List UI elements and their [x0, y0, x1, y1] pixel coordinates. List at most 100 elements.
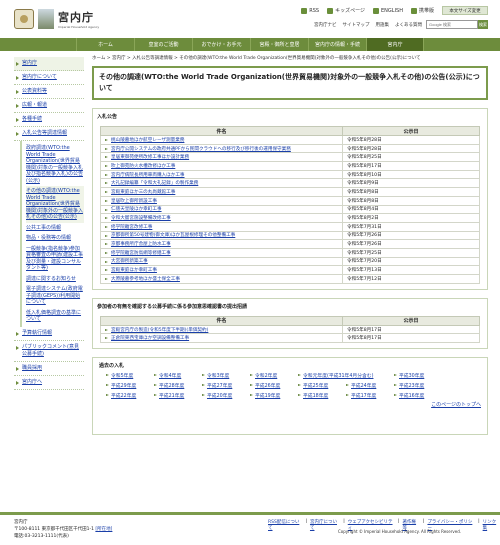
globe-icon [373, 7, 380, 14]
year-link[interactable]: 平成22年度 [105, 392, 153, 399]
year-link[interactable]: 平成27年度 [201, 382, 249, 389]
text-size-button[interactable]: 本文サイズ変更 [442, 6, 488, 15]
procurement-link[interactable]: 宮殿東庭ほか三の丸尚蔵館工事 [111, 190, 175, 195]
sidebar-sub-wto[interactable]: 政府調達(WTO:the World Trade Organization(世界… [26, 143, 84, 186]
sidebar-sub-goods[interactable]: 物品・役務等の情報 [26, 233, 84, 244]
sidebar-item-to-agency[interactable]: 宮内庁へ [14, 376, 84, 390]
section-heading: 入札公告 [97, 114, 118, 120]
main-content: ホーム > 宮内庁 > 入札公告等調達情報 > その他の調達(WTO:the W… [92, 51, 488, 436]
section-heading: 参加者の有無を確認する公募手続に係る参加意思確認書の提出招請 [97, 303, 248, 310]
sidebar-sub-geps[interactable]: 電子調達システム(政府電子調達(GEPS))利用開始について [26, 284, 84, 308]
nav-visits[interactable]: おでかけ・お手元 [192, 38, 250, 51]
procurement-link[interactable]: 大原陵墓参考地ほか盛土保全工事 [111, 277, 180, 282]
year-link[interactable]: 平成29年度 [105, 382, 153, 389]
faq-link[interactable]: よくある質問 [395, 22, 422, 28]
sidebar-sub-qualification[interactable]: 一般競争(指名競争)参加資格審査の申請(建設工事及び測量・建設コンサルタント等) [26, 244, 84, 274]
search-box: 検索 [426, 20, 488, 29]
sidebar-item-public-comment[interactable]: パブリックコメント(意見公募手続) [14, 341, 84, 362]
english-link[interactable]: ENGLISH [373, 7, 403, 14]
year-link[interactable]: 平成23年度 [393, 382, 441, 389]
past-bids-section: 過去の入札 令和5年度 令和4年度 令和3年度 令和2年度 令和元年度(平成31年4月分… [92, 357, 488, 436]
procurement-link[interactable]: 大宮御所新築工事 [111, 259, 148, 264]
nav-palace[interactable]: 宮殿・御所と皇居 [250, 38, 308, 51]
year-link[interactable]: 平成19年度 [249, 392, 297, 399]
sidebar-item-agency[interactable]: 宮内庁 [14, 57, 84, 71]
year-link[interactable]: 平成30年度 [393, 372, 441, 379]
footer-link-about[interactable]: 宮内庁について [310, 519, 340, 531]
year-link[interactable]: 令和2年度 [249, 372, 297, 379]
year-link[interactable]: 平成20年度 [201, 392, 249, 399]
procurement-link[interactable]: 宮内庁公開システムの政府共通PFから民間クラウドへの移行及び移行後の運用保守業務 [111, 147, 291, 152]
announcement-date: 令和5年8月25日 [342, 152, 480, 163]
nav-home[interactable]: ホーム [76, 38, 134, 51]
procurement-link[interactable]: 大礼記録編纂「令和大礼記録」の製作業務 [111, 181, 198, 186]
kids-link[interactable]: キッズページ [327, 7, 365, 14]
page-title: その他の調達(WTO:the World Trade Organization(… [92, 66, 488, 100]
year-link[interactable]: 平成24年度 [345, 382, 393, 389]
footer-org: 宮内庁 [14, 520, 28, 525]
column-header-date: 公示日 [342, 315, 480, 326]
year-link[interactable]: 平成25年度 [297, 382, 345, 389]
year-link[interactable]: 平成18年度 [297, 392, 345, 399]
rss-icon [301, 7, 308, 14]
year-links: 令和5年度 令和4年度 令和3年度 令和2年度 令和元年度(平成31年4月分含む) 平成3… [99, 372, 481, 399]
table-row: 大礼記録編纂「令和大礼記録」の製作業務 令和5年8月9日 [100, 178, 480, 189]
procurement-link[interactable]: 令和大嘗宮施設整備改修工事 [111, 216, 171, 221]
procurement-link[interactable]: 皇居吹上御所新設工事 [111, 199, 157, 204]
procurement-link[interactable]: 京都事務所庁舎屋上防水工事 [111, 242, 171, 247]
sitemap-link[interactable]: サイトマップ [343, 22, 370, 28]
page-top-link[interactable]: このページのトップへ [431, 402, 481, 408]
announcement-date: 令和5年7月26日 [342, 230, 480, 241]
breadcrumb[interactable]: ホーム > 宮内庁 > 入札公告等調達情報 > その他の調達(WTO:the W… [92, 51, 488, 66]
sidebar-sub-non-wto[interactable]: その他の調達(WTO:the World Trade Organization(… [26, 186, 84, 223]
footer-link-rss[interactable]: RSS配信について [268, 519, 302, 531]
footer-map-link[interactable]: [所在地] [95, 527, 112, 532]
table-row: 京都御所第50号建物(御文庫)ほか瓦屋根修理その他整備工事 令和5年7月26日 [100, 230, 480, 241]
sidebar-item-recruit[interactable]: 職員採用 [14, 362, 84, 376]
year-link[interactable]: 平成26年度 [249, 382, 297, 389]
procurement-link[interactable]: 宮内庁病院長所用車両購入ほか工事 [111, 173, 185, 178]
nav-info[interactable]: 宮内庁の情報・手続 [308, 38, 366, 51]
mobile-link[interactable]: 携帯版 [410, 7, 434, 14]
sidebar-item-press[interactable]: 広報・報道 [14, 99, 84, 113]
table-row: 皇居吹上御所新設工事 令和5年8月8日 [100, 195, 480, 206]
procurement-link[interactable]: 桃山陵墓地ほか航空レーザ測量業務 [111, 138, 184, 143]
search-input[interactable] [426, 20, 478, 29]
procurement-link[interactable]: 修学院離宮改修工事 [111, 225, 152, 230]
year-link[interactable]: 令和元年度(平成31年4月分含む) [297, 372, 393, 379]
footer-link-links[interactable]: リンク集 [483, 519, 500, 531]
sidebar-sub-low-bid[interactable]: 低入札価格調査の基準について [26, 308, 84, 325]
sidebar-item-materials[interactable]: 公表資料等 [14, 85, 84, 99]
procurement-link[interactable]: 正倉院東西宝庫ほか空調設備整備工事 [111, 336, 189, 341]
procurement-link[interactable]: 吹上御苑防火水槽改修ほか工事 [111, 164, 175, 169]
nav-activities[interactable]: 皇室のご活動 [134, 38, 192, 51]
year-link[interactable]: 平成17年度 [345, 392, 393, 399]
sidebar-item-procurement[interactable]: 入札公告等調達情報 [14, 127, 84, 141]
year-link[interactable]: 令和4年度 [153, 372, 201, 379]
table-row: 吹上御苑防火水槽改修ほか工事 令和5年8月17日 [100, 161, 480, 171]
procurement-link[interactable]: 宮殿東庭ほか幸町工事 [111, 268, 157, 273]
navi-link[interactable]: 宮内庁ナビ [314, 22, 337, 28]
procurement-link[interactable]: 京都御所第50号建物(御文庫)ほか瓦屋根修理その他整備工事 [111, 233, 235, 238]
procurement-link[interactable]: 皇居東御苑便所改修工事ほか設計業務 [111, 155, 189, 160]
glossary-link[interactable]: 用語集 [376, 22, 390, 28]
sidebar-sub-notices[interactable]: 調達に関するお知らせ [26, 274, 84, 285]
nav-agency[interactable]: 宮内庁 [366, 38, 424, 51]
year-link[interactable]: 平成16年度 [393, 392, 441, 399]
year-link[interactable]: 平成21年度 [153, 392, 201, 399]
rss-link[interactable]: RSS [301, 7, 319, 14]
sidebar-sub-public-works[interactable]: 公共工事の情報 [26, 223, 84, 234]
sidebar-item-budget[interactable]: 予算執行情報 [14, 327, 84, 341]
sidebar-item-procedures[interactable]: 各種手続 [14, 113, 84, 127]
table-row: 修学院離宮改修工事 令和5年7月31日 [100, 221, 480, 232]
procurement-link[interactable]: 宮殿宮内庁の製造(令和5年度下半期)(単価契約) [111, 328, 208, 333]
year-link[interactable]: 令和3年度 [201, 372, 249, 379]
sidebar-item-about[interactable]: 宮内庁について [14, 71, 84, 85]
site-header: 宮内庁 Imperial Household Agency RSS キッズページ… [0, 0, 500, 38]
site-logo[interactable]: 宮内庁 Imperial Household Agency [14, 6, 102, 32]
year-link[interactable]: 令和5年度 [105, 372, 153, 379]
search-button[interactable]: 検索 [478, 20, 488, 29]
procurement-link[interactable]: 修学院離宮防鳥網等修繕工事 [111, 251, 171, 256]
procurement-link[interactable]: 仁徳天皇陵ほか幸町工事 [111, 207, 162, 212]
year-link[interactable]: 平成28年度 [153, 382, 201, 389]
